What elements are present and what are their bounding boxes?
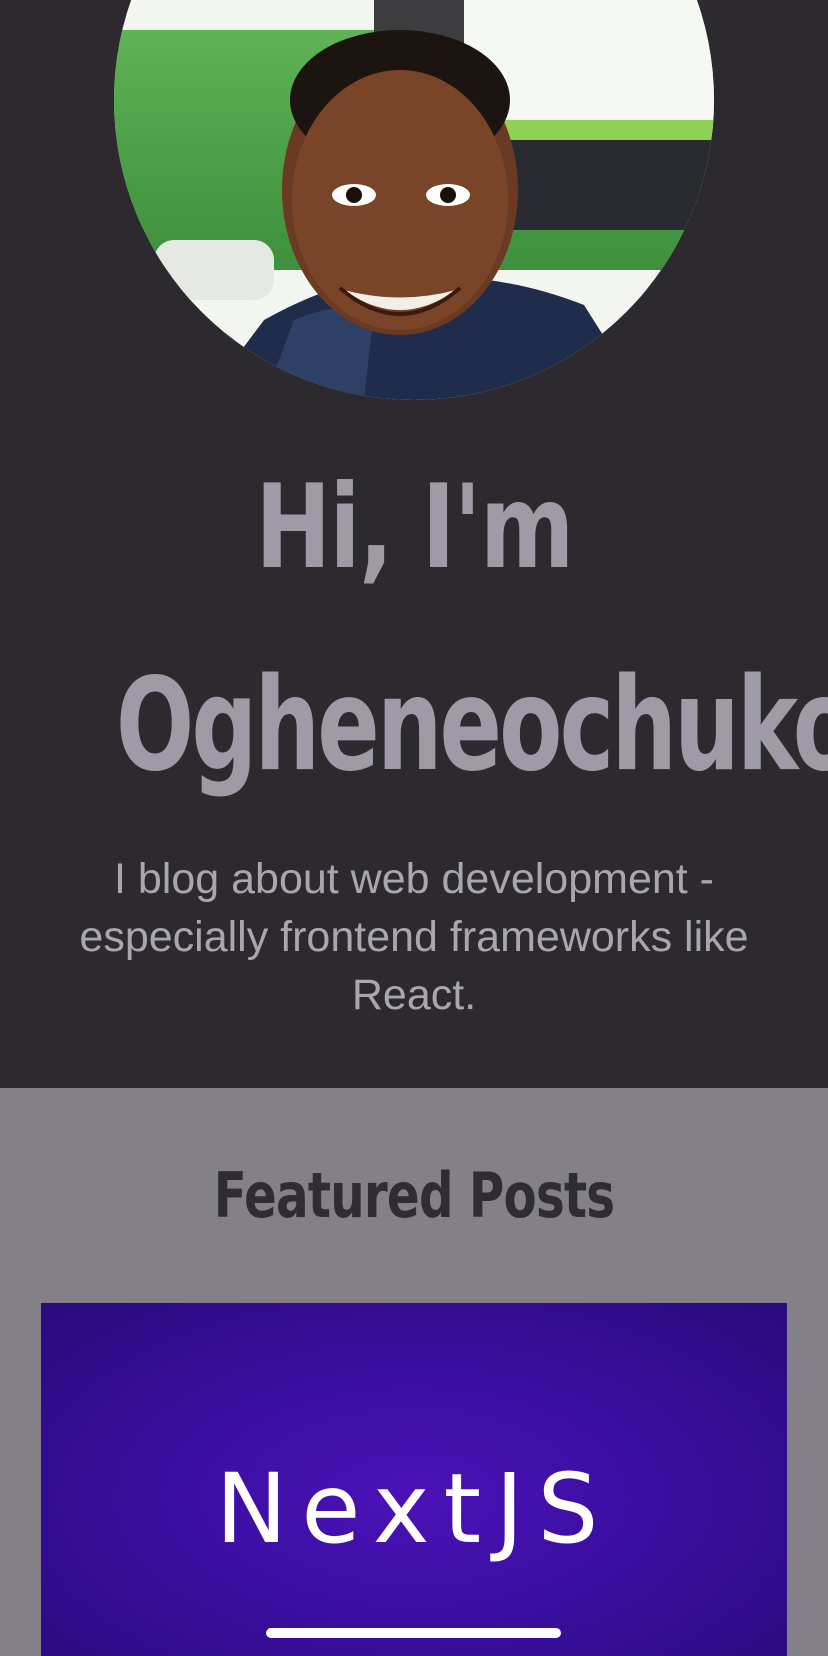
avatar	[114, 0, 714, 400]
featured-posts-heading: Featured Posts	[213, 1159, 615, 1232]
avatar-image	[114, 0, 714, 400]
hero-section: Hi, I'm Ogheneochuko I blog about web de…	[0, 0, 828, 1088]
post-card-underline	[266, 1628, 561, 1638]
post-card-nextjs[interactable]: NextJS	[41, 1303, 787, 1656]
hero-title-line1: Hi, I'm	[255, 460, 574, 595]
hero-subtitle: I blog about web development - especiall…	[79, 855, 749, 1019]
hero-title-line2: Ogheneochuko	[115, 651, 828, 800]
post-card-title: NextJS	[215, 1453, 613, 1565]
